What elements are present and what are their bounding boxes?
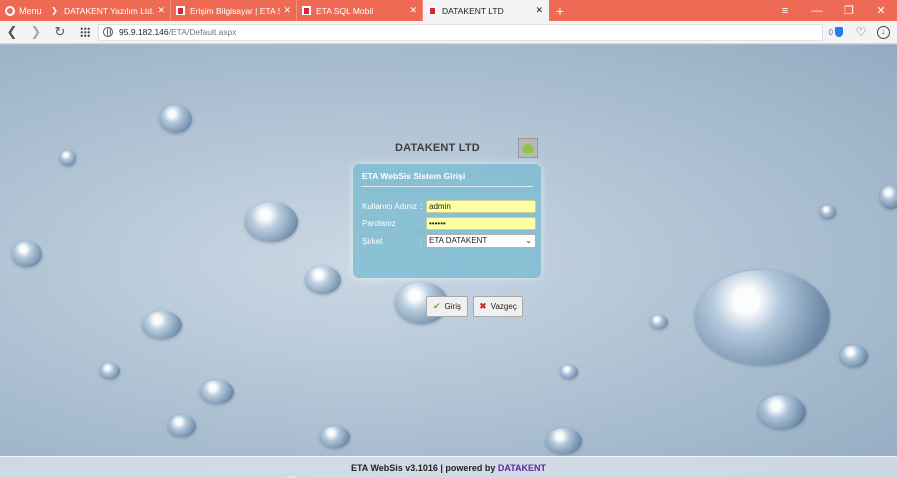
close-icon[interactable]: ✕ (283, 5, 291, 16)
droplet-image (245, 202, 298, 242)
droplet-image (12, 241, 42, 267)
url-host: 95.9.182.146 (119, 27, 169, 37)
tab-eta-sql-mobil[interactable]: ETA SQL Mobil ✕ (297, 0, 423, 21)
footer-text: ETA WebSis v3.1016 | powered by (350, 463, 498, 473)
tab-label: ETA SQL Mobil (316, 5, 374, 16)
toolbar-right: 0 ♡ ↓ (829, 22, 897, 42)
droplet-image (60, 150, 76, 166)
address-bar: ❮ ❯ ↻ 95.9.182.146 /ETA/Default.aspx 0 ♡… (0, 21, 897, 44)
close-icon[interactable]: ✕ (157, 5, 165, 16)
new-tab-button[interactable]: + (549, 0, 571, 21)
blocked-count: 0 (828, 27, 833, 37)
password-input[interactable]: •••••• (426, 217, 536, 230)
droplet-image (820, 205, 836, 219)
footer-brand-link[interactable]: DATAKENT (498, 463, 546, 473)
username-colon: : (420, 202, 423, 211)
speed-dial-icon[interactable] (80, 27, 90, 37)
username-input[interactable]: admin (426, 200, 536, 213)
android-icon (523, 143, 533, 153)
page-favicon-icon: ❯ (51, 6, 58, 15)
tab-label: DATAKENT LTD (442, 5, 504, 16)
cancel-button[interactable]: ✖ Vazgeç (473, 296, 523, 317)
company-label: Şirket (362, 237, 383, 246)
globe-icon (103, 27, 113, 37)
login-panel: ETA WebSis Sistem Girişi Kullanıcı Adını… (353, 164, 541, 317)
droplet-image (160, 105, 192, 133)
close-icon[interactable]: ✕ (535, 5, 543, 16)
page-favicon-icon (176, 6, 185, 15)
login-button-label: Giriş (444, 302, 461, 311)
tab-strip: Menu ❯ DATAKENT Yazılım Ltd. Şti. ✕ Eriş… (0, 0, 897, 21)
password-label: Parolanız (362, 219, 396, 228)
droplet-image (650, 315, 668, 329)
close-window-icon[interactable]: ✕ (865, 4, 897, 17)
droplet-image (695, 270, 830, 365)
droplet-image (880, 185, 897, 209)
page-favicon-icon (302, 6, 311, 15)
tab-datakent-ltd[interactable]: DATAKENT LTD ✕ (423, 0, 549, 21)
password-colon: : (420, 219, 423, 228)
cancel-x-icon: ✖ (479, 301, 487, 311)
cancel-button-label: Vazgeç (490, 302, 517, 311)
window-controls: ≡ — ❐ ✕ (769, 0, 897, 21)
heart-icon[interactable]: ♡ (851, 22, 871, 42)
close-icon[interactable]: ✕ (409, 5, 417, 16)
ad-block-shield-icon[interactable] (835, 27, 843, 37)
company-colon: : (420, 237, 423, 246)
company-select-value: ETA DATAKENT (429, 236, 488, 245)
android-app-icon[interactable] (518, 138, 538, 158)
browser-menu-button[interactable]: Menu (0, 0, 45, 21)
check-icon: ✔ (433, 301, 441, 311)
back-icon[interactable]: ❮ (0, 24, 24, 40)
login-button[interactable]: ✔ Giriş (426, 296, 468, 317)
company-title: DATAKENT LTD (395, 142, 480, 154)
tab-datakent-yazilim[interactable]: ❯ DATAKENT Yazılım Ltd. Şti. ✕ (45, 0, 171, 21)
download-button[interactable]: ↓ (873, 22, 893, 42)
droplet-image (168, 415, 196, 437)
page-footer: ETA WebSis v3.1016 | powered by DATAKENT (0, 456, 897, 478)
droplet-image (305, 266, 341, 294)
droplet-image (142, 311, 182, 339)
menu-label: Menu (19, 5, 42, 16)
droplet-image (546, 428, 582, 454)
minimize-icon[interactable]: — (801, 5, 833, 17)
tab-label: Erişim Bilgisayar | ETA SQL (190, 5, 280, 16)
tab-label: DATAKENT Yazılım Ltd. Şti. (64, 5, 155, 16)
url-path: /ETA/Default.aspx (168, 27, 237, 37)
download-icon: ↓ (876, 25, 890, 39)
forward-icon[interactable]: ❯ (24, 24, 48, 40)
tab-erisim-bilgisayar[interactable]: Erişim Bilgisayar | ETA SQL ✕ (171, 0, 297, 21)
page-favicon-icon (428, 6, 437, 15)
maximize-icon[interactable]: ❐ (833, 4, 865, 17)
tab-menu-icon[interactable]: ≡ (769, 5, 801, 17)
opera-logo-icon (5, 5, 15, 16)
droplet-image (840, 345, 868, 367)
company-select[interactable]: ETA DATAKENT ⌄ (426, 234, 536, 248)
reload-icon[interactable]: ↻ (48, 24, 72, 40)
page-background: DATAKENT LTD ETA WebSis Sistem Girişi Ku… (0, 45, 897, 478)
username-label: Kullanıcı Adınız (362, 202, 418, 211)
droplet-image (100, 363, 120, 379)
chevron-down-icon: ⌄ (525, 236, 532, 245)
url-field[interactable]: 95.9.182.146 /ETA/Default.aspx (98, 23, 823, 41)
panel-title: ETA WebSis Sistem Girişi (362, 171, 466, 181)
droplet-image (758, 395, 806, 429)
divider (361, 186, 533, 187)
droplet-image (320, 426, 350, 448)
droplet-image (200, 380, 234, 404)
droplet-image (560, 365, 578, 379)
